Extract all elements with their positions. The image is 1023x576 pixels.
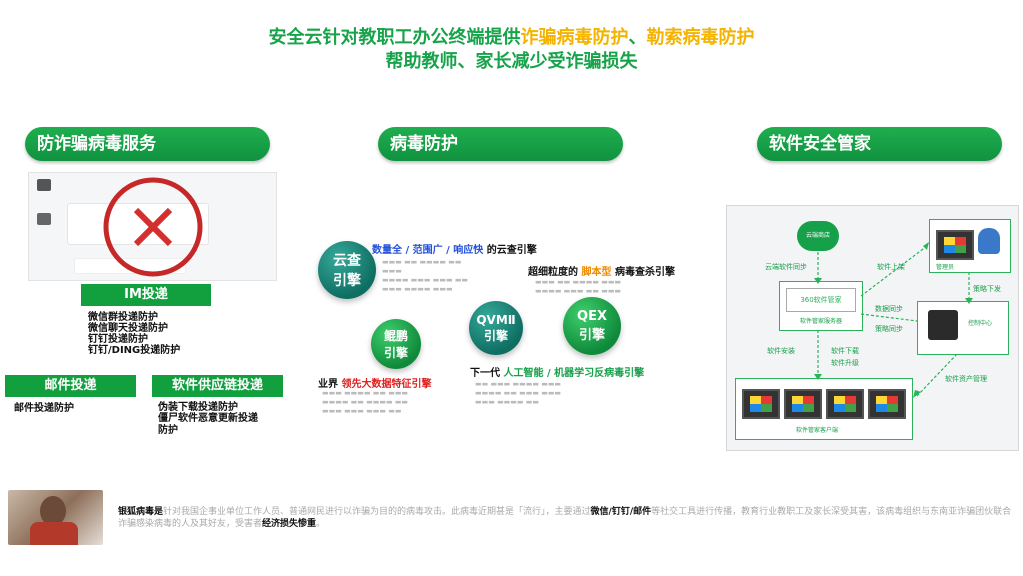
supply-item: 僵尸软件恶意更新投递防护 — [158, 413, 258, 436]
mail-item: 邮件投递防护 — [14, 403, 74, 414]
nextgen-engine-desc: 下一代 人工智能 / 机器学习反病毒引擎 — [470, 368, 645, 379]
steward-diagram: 云端商店 360软件管家 软件管家服务器 管理员 控制中心 软件管家客户端 云端… — [726, 205, 1019, 451]
arrow-label: 策略同步 — [875, 325, 903, 333]
avatar — [37, 179, 51, 191]
chat-screenshot — [28, 172, 277, 281]
section-title-virus: 病毒防护 — [378, 127, 623, 161]
cloud-engine-desc: 数量全 / 范围广 / 响应快 的云查引擎 — [372, 245, 537, 256]
flow-arrows — [814, 242, 973, 398]
script-engine-detail: ▬▬▬ ▬▬ ▬▬▬▬ ▬▬▬ ▬▬▬▬ ▬▬▬ ▬▬ ▬▬▬ — [535, 278, 622, 295]
arrow-label: 软件下载 — [831, 347, 859, 355]
presenter-body — [30, 522, 78, 545]
nextgen-engine-detail: ▬▬ ▬▬▬ ▬▬▬▬ ▬▬▬ ▬▬▬▬ ▬▬ ▬▬▬ ▬▬▬ ▬▬▬ ▬▬▬▬ ▬… — [475, 380, 562, 406]
headline-line1: 安全云针对教职工办公终端提供诈骗病毒防护、勒索病毒防护 — [268, 27, 755, 48]
industry-engine-detail: ▬▬▬ ▬▬▬▬ ▬▬ ▬▬▬ ▬▬▬▬ ▬▬ ▬▬▬▬ ▬▬ ▬▬▬ ▬▬▬ ▬▬… — [322, 389, 409, 415]
presenter-video-thumbnail — [8, 490, 103, 545]
qvm-engine-bubble: QVMⅡ引擎 — [469, 301, 523, 355]
industry-engine-desc: 业界 领先大数据特征引擎 — [318, 379, 432, 390]
section-title-fraud: 防诈骗病毒服务 — [25, 127, 270, 161]
arrow-label: 数据同步 — [875, 305, 903, 313]
arrow-label: 云端软件同步 — [765, 263, 807, 271]
footer-note: 银狐病毒是针对我国企事业单位工作人员、普通网民进行以诈骗为目的的病毒攻击。此病毒… — [118, 507, 1012, 529]
arrow-label: 策略下发 — [973, 285, 1001, 293]
blocked-x-icon — [103, 177, 203, 277]
cloud-engine-bubble: 云查引擎 — [318, 241, 376, 299]
cloud-engine-detail: ▬▬▬ ▬▬ ▬▬▬▬ ▬▬ ▬▬▬ ▬▬▬▬ ▬▬▬ ▬▬▬ ▬▬ ▬▬▬ ▬▬▬… — [382, 258, 469, 293]
im-delivery-label: IM投递 — [81, 284, 211, 306]
qex-engine-bubble: QEX引擎 — [563, 297, 621, 355]
kunpeng-engine-bubble: 鲲鹏引擎 — [371, 319, 421, 369]
arrow-label: 软件安装 — [767, 347, 795, 355]
im-item: 钉钉/DING投递防护 — [88, 345, 181, 356]
arrow-label: 软件升级 — [831, 359, 859, 367]
supply-chain-label: 软件供应链投递 — [152, 375, 283, 397]
section-title-steward: 软件安全管家 — [757, 127, 1002, 161]
mail-delivery-label: 邮件投递 — [5, 375, 136, 397]
arrow-label: 软件资产管理 — [945, 375, 987, 383]
avatar — [37, 213, 51, 225]
arrow-label: 软件上架 — [877, 263, 905, 271]
script-engine-desc: 超细粒度的 脚本型 病毒查杀引擎 — [528, 267, 675, 278]
headline-line2: 帮助教师、家长减少受诈骗损失 — [385, 51, 638, 72]
